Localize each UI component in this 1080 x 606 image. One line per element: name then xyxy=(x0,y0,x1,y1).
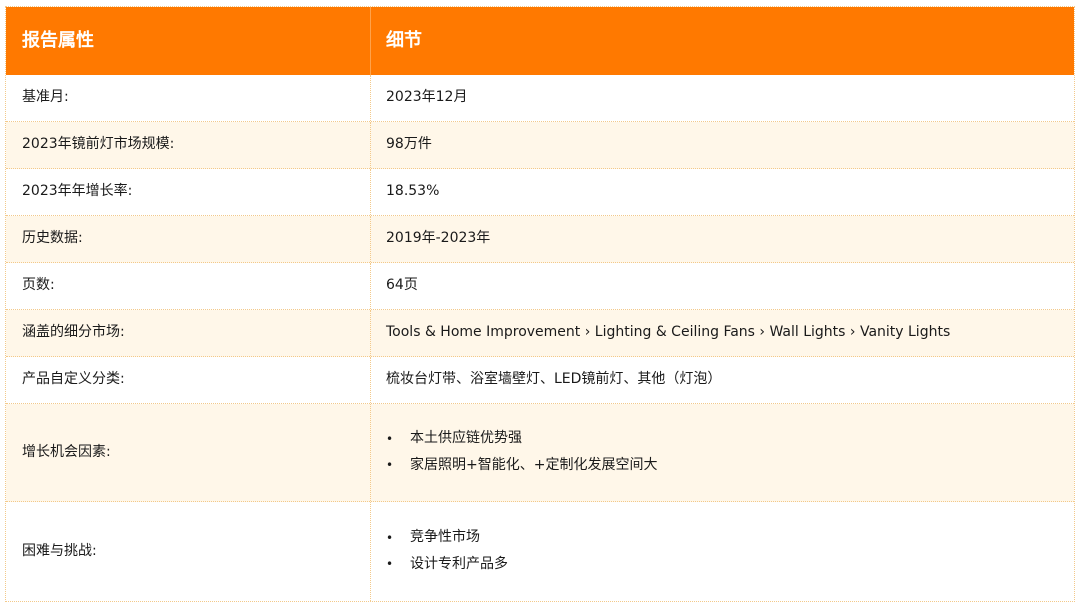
row-label: 历史数据: xyxy=(6,216,371,262)
row-value: 18.53% xyxy=(386,183,440,200)
row-value-list: • 本土供应链优势强 • 家居照明+智能化、+定制化发展空间大 xyxy=(371,404,1074,501)
table-row: 2023年年增长率: 18.53% xyxy=(6,169,1074,216)
table-row: 历史数据: 2019年-2023年 xyxy=(6,216,1074,263)
header-report-attribute: 报告属性 xyxy=(6,7,371,75)
bullet-icon: • xyxy=(386,431,394,446)
list-item: • 竞争性市场 xyxy=(386,528,508,548)
list-item-text: 竞争性市场 xyxy=(410,529,480,546)
list-item: • 家居照明+智能化、+定制化发展空间大 xyxy=(386,456,657,476)
row-label: 困难与挑战: xyxy=(6,502,371,601)
row-value: 64页 xyxy=(386,277,418,294)
bullet-icon: • xyxy=(386,557,394,572)
table-row: 2023年镜前灯市场规模: 98万件 xyxy=(6,122,1074,169)
row-label: 2023年镜前灯市场规模: xyxy=(6,122,371,168)
row-label: 页数: xyxy=(6,263,371,309)
row-value: 梳妆台灯带、浴室墙壁灯、LED镜前灯、其他（灯泡） xyxy=(386,371,722,388)
table-row-growth: 增长机会因素: • 本土供应链优势强 • 家居照明+智能化、+定制化发展空间大 xyxy=(6,404,1074,502)
row-label: 2023年年增长率: xyxy=(6,169,371,215)
row-value: 98万件 xyxy=(386,136,432,153)
table-header: 报告属性 细节 xyxy=(6,7,1074,75)
row-label: 产品自定义分类: xyxy=(6,357,371,403)
row-label: 涵盖的细分市场: xyxy=(6,310,371,356)
list-item-text: 本土供应链优势强 xyxy=(410,430,522,447)
bullet-icon: • xyxy=(386,530,394,545)
table-row: 产品自定义分类: 梳妆台灯带、浴室墙壁灯、LED镜前灯、其他（灯泡） xyxy=(6,357,1074,404)
bullet-list: • 竞争性市场 • 设计专利产品多 xyxy=(386,528,508,574)
header-details: 细节 xyxy=(386,30,422,52)
table-row-challenges: 困难与挑战: • 竞争性市场 • 设计专利产品多 xyxy=(6,502,1074,601)
table-row: 页数: 64页 xyxy=(6,263,1074,310)
list-item-text: 设计专利产品多 xyxy=(410,556,508,572)
row-value: 2019年-2023年 xyxy=(386,230,491,247)
bullet-icon: • xyxy=(386,458,394,473)
row-value-list: • 竞争性市场 • 设计专利产品多 xyxy=(371,502,1074,601)
row-label: 增长机会因素: xyxy=(6,404,371,501)
bullet-list: • 本土供应链优势强 • 家居照明+智能化、+定制化发展空间大 xyxy=(386,429,657,475)
row-value: Tools & Home Improvement › Lighting & Ce… xyxy=(386,324,951,341)
table-row: 基准月: 2023年12月 xyxy=(6,75,1074,122)
report-attributes-table: 报告属性 细节 基准月: 2023年12月 2023年镜前灯市场规模: 98万件… xyxy=(5,6,1075,602)
list-item-text: 家居照明+智能化、+定制化发展空间大 xyxy=(410,457,658,473)
row-value: 2023年12月 xyxy=(386,89,468,106)
list-item: • 本土供应链优势强 xyxy=(386,429,657,449)
list-item: • 设计专利产品多 xyxy=(386,555,508,575)
table-row: 涵盖的细分市场: Tools & Home Improvement › Ligh… xyxy=(6,310,1074,357)
row-label: 基准月: xyxy=(6,75,371,121)
